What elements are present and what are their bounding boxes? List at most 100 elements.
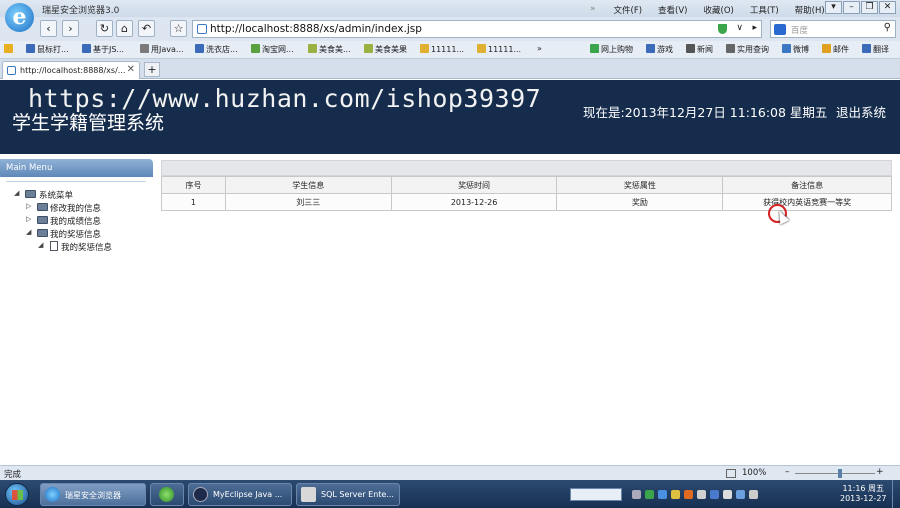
zoom-level[interactable]: 100% (742, 468, 766, 478)
zoom-slider-handle[interactable] (838, 469, 842, 478)
folder-icon (37, 203, 48, 211)
collapsed-arrow-icon[interactable]: ▷ (26, 202, 31, 210)
column-header-student[interactable]: 学生信息 (224, 176, 392, 194)
task-myeclipse[interactable]: MyEclipse Java ... (188, 483, 292, 506)
clock-date: 2013-12-27 (840, 494, 887, 503)
taskbar-input-box[interactable] (570, 488, 622, 501)
menu-separator: » (590, 4, 596, 14)
go-icon[interactable]: ▸ (752, 23, 757, 33)
start-button[interactable] (5, 483, 29, 506)
favorite-item[interactable]: 基于JS... (82, 44, 124, 55)
menu-help[interactable]: 帮助(H) (795, 4, 825, 16)
page-header: https://www.huzhan.com/ishop39397 学生学籍管理… (0, 80, 900, 154)
favorite-item[interactable]: 微博 (782, 44, 809, 55)
status-text: 完成 (4, 470, 22, 480)
dropdown-icon[interactable]: ∨ (736, 23, 743, 33)
task-browser[interactable]: 瑞星安全浏览器 (40, 483, 146, 506)
tray-security-icon[interactable] (710, 490, 719, 499)
tab-bar: http://localhost:8888/xs/... ✕ + (0, 59, 900, 79)
search-placeholder: 百度 (791, 26, 809, 36)
undo-icon[interactable]: ↶ (138, 20, 155, 37)
tab-active[interactable]: http://localhost:8888/xs/... ✕ (2, 61, 140, 79)
column-header-type[interactable]: 奖惩属性 (556, 176, 724, 194)
favorite-item[interactable]: 鼠标打... (26, 44, 69, 55)
tray-keyboard-icon[interactable] (632, 490, 641, 499)
cell-time: 2013-12-26 (390, 193, 558, 211)
task-app[interactable] (150, 483, 184, 506)
favorite-item[interactable]: 淘宝网... (251, 44, 294, 55)
browser-task-icon (45, 487, 60, 502)
tray-network-icon[interactable] (658, 490, 667, 499)
tab-close-icon[interactable]: ✕ (127, 64, 135, 75)
back-icon[interactable]: ‹ (40, 20, 57, 37)
menu-view[interactable]: 查看(V) (658, 4, 687, 16)
zoom-out-icon[interactable]: – (785, 467, 790, 477)
address-url[interactable]: http://localhost:8888/xs/admin/index.jsp (210, 23, 422, 35)
favorite-item[interactable]: 用Java... (140, 44, 184, 55)
folder-icon (37, 229, 48, 237)
sqlserver-task-icon (301, 487, 316, 502)
favorite-item[interactable]: 游戏 (646, 44, 673, 55)
zoom-slider[interactable] (795, 473, 875, 474)
task-sqlserver[interactable]: SQL Server Ente... (296, 483, 400, 506)
minimize-button[interactable]: – (843, 1, 860, 14)
status-bar: 完成 100% – + (0, 465, 900, 480)
menu-favorites[interactable]: 收藏(O) (704, 4, 734, 16)
expanded-arrow-icon[interactable]: ◢ (26, 228, 31, 236)
logout-link[interactable]: 退出系统 (836, 102, 886, 121)
browser-title: 瑞星安全浏览器3.0 (42, 6, 120, 16)
tray-flag-icon[interactable] (723, 490, 732, 499)
menu-file[interactable]: 文件(F) (614, 4, 643, 16)
new-tab-button[interactable]: + (144, 62, 160, 77)
taskbar-clock[interactable]: 11:16 周五 2013-12-27 (840, 484, 887, 504)
favorites-more-icon[interactable]: » (537, 44, 542, 53)
refresh-icon[interactable]: ↻ (96, 20, 113, 37)
maximize-button[interactable]: ❐ (861, 1, 878, 14)
favorite-item[interactable]: 11111... (477, 44, 521, 54)
star-icon[interactable]: ☆ (170, 20, 187, 37)
tray-display-icon[interactable] (736, 490, 745, 499)
cell-student: 刘三三 (224, 193, 392, 211)
favorite-item[interactable]: 11111... (420, 44, 464, 54)
show-desktop-button[interactable] (892, 480, 900, 508)
search-engine-icon[interactable] (774, 24, 786, 35)
tray-shield-icon[interactable] (645, 490, 654, 499)
favorite-item[interactable]: 邮件 (822, 44, 849, 55)
column-header-index[interactable]: 序号 (161, 176, 226, 194)
tray-volume-icon[interactable] (749, 490, 758, 499)
address-bar[interactable]: http://localhost:8888/xs/admin/index.jsp… (192, 20, 762, 38)
expanded-arrow-icon[interactable]: ◢ (14, 189, 19, 197)
folder-icon (25, 190, 36, 198)
close-button[interactable]: ✕ (879, 1, 896, 14)
column-header-remark[interactable]: 备注信息 (722, 176, 892, 194)
page-icon (50, 241, 58, 251)
menu-tools[interactable]: 工具(T) (750, 4, 779, 16)
search-box[interactable]: 百度 ⚲ (770, 20, 896, 38)
tray-ime-icon[interactable] (697, 490, 706, 499)
zoom-icon[interactable] (726, 469, 736, 478)
browser-menu-bar: » 文件(F) 查看(V) 收藏(O) 工具(T) 帮助(H) (590, 4, 841, 16)
search-icon[interactable]: ⚲ (884, 22, 891, 33)
forward-icon[interactable]: › (62, 20, 79, 37)
pin-icon[interactable]: ▾ (825, 1, 842, 14)
column-header-time[interactable]: 奖惩时间 (390, 176, 558, 194)
menu-divider (6, 181, 146, 182)
favorite-item[interactable]: 新闻 (686, 44, 713, 55)
content-toolbar (161, 160, 892, 176)
navigation-bar: ‹ › ↻ ⌂ ↶ ☆ http://localhost:8888/xs/adm… (0, 17, 900, 41)
favorite-item[interactable]: 洗衣店... (195, 44, 238, 55)
favorite-item[interactable]: 实用查询 (726, 44, 769, 55)
favorite-item[interactable]: 美食美果 (364, 44, 407, 55)
system-tray (632, 490, 758, 499)
zoom-in-icon[interactable]: + (876, 467, 884, 477)
home-icon[interactable]: ⌂ (116, 20, 133, 37)
tray-app-icon[interactable] (671, 490, 680, 499)
favorite-item[interactable]: 网上购物 (590, 44, 633, 55)
favorite-item[interactable]: 翻译 (862, 44, 889, 55)
cell-remark: 获得校内英语竞赛一等奖 (722, 193, 892, 211)
tray-alert-icon[interactable] (684, 490, 693, 499)
clock-time: 11:16 周五 (842, 484, 885, 493)
favorite-item[interactable]: 美食美... (308, 44, 351, 55)
collapsed-arrow-icon[interactable]: ▷ (26, 215, 31, 223)
favorites-star-icon[interactable] (4, 44, 15, 54)
